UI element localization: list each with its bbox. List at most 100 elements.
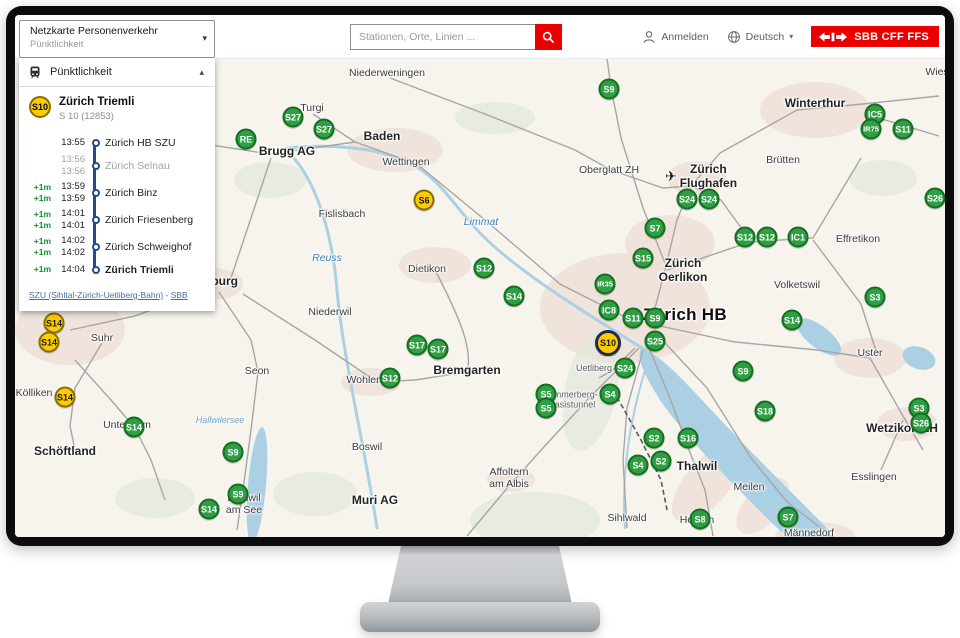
line-badge-s12[interactable]: S12 — [757, 227, 778, 248]
map-label: Boswil — [352, 441, 382, 453]
line-badge-s27[interactable]: S27 — [283, 107, 304, 128]
line-badge-s14[interactable]: S14 — [124, 417, 145, 438]
map-label: Fislisbach — [319, 208, 366, 220]
line-badge-s12[interactable]: S12 — [735, 227, 756, 248]
language-selector[interactable]: Deutsch ▾ — [727, 30, 794, 44]
line-badge-s11[interactable]: S11 — [893, 119, 914, 140]
line-badge-s4[interactable]: S4 — [628, 455, 649, 476]
monitor-bezel: NiederweningenTurgiBadenBrugg AGWettinge… — [6, 6, 954, 546]
line-badge-s9[interactable]: S9 — [733, 361, 754, 382]
route-stop[interactable]: +1m+1m14:0214:02Zürich Schweighof — [27, 233, 209, 260]
line-badge-s12[interactable]: S12 — [474, 258, 495, 279]
map-label: ZürichOerlikon — [659, 257, 708, 285]
line-badge-s24[interactable]: S24 — [615, 358, 636, 379]
line-badge-s24[interactable]: S24 — [677, 189, 698, 210]
line-badge-s14[interactable]: S14 — [55, 387, 76, 408]
line-badge-s27[interactable]: S27 — [314, 119, 335, 140]
train-icon — [28, 65, 42, 79]
route-stop[interactable]: 13:55Zürich HB SZU — [27, 133, 209, 152]
map-label: Seon — [245, 365, 270, 377]
lake-hallwilersee — [243, 426, 271, 537]
user-icon — [642, 30, 656, 44]
map-label: Limmat — [464, 216, 498, 228]
panel-footer: SZU (Sihltal-Zürich-Uetliberg-Bahn) - SB… — [19, 281, 215, 311]
line-badge-ic1[interactable]: IC1 — [788, 227, 809, 248]
line-badge-s3[interactable]: S3 — [865, 287, 886, 308]
map-label: Effretikon — [836, 233, 880, 245]
line-badge-s14[interactable]: S14 — [44, 313, 65, 334]
line-badge-ic8[interactable]: IC8 — [599, 300, 620, 321]
collapse-chevron-icon[interactable]: ▴ — [197, 67, 206, 78]
map-label: Meilen — [734, 481, 765, 493]
search-bar — [350, 24, 562, 50]
line-badge-s2[interactable]: S2 — [644, 428, 665, 449]
line-badge-s9[interactable]: S9 — [223, 442, 244, 463]
line-badge-s14[interactable]: S14 — [199, 499, 220, 520]
timeline-dot — [92, 139, 100, 147]
lake-pfaeffikersee — [899, 342, 938, 374]
line-badge-s11[interactable]: S11 — [623, 308, 644, 329]
timeline-dot — [92, 189, 100, 197]
operator-link[interactable]: SZU (Sihltal-Zürich-Uetliberg-Bahn) — [29, 290, 163, 300]
search-button[interactable] — [535, 24, 562, 50]
line-badge-s6[interactable]: S6 — [414, 190, 435, 211]
sbb-link[interactable]: SBB — [171, 290, 188, 300]
line-badge-s9[interactable]: S9 — [645, 308, 666, 329]
timeline-dot — [92, 216, 100, 224]
route-stop[interactable]: +1m+1m14:0114:01Zürich Friesenberg — [27, 206, 209, 233]
top-right-cluster: Anmelden Deutsch ▾ — [642, 15, 945, 58]
route-stop[interactable]: +1m+1m13:5913:59Zürich Binz — [27, 179, 209, 206]
route-stop[interactable]: +1m14:04Zürich Triemli — [27, 260, 209, 279]
line-badge-s15[interactable]: S15 — [633, 248, 654, 269]
line-badge-s14[interactable]: S14 — [39, 332, 60, 353]
line-badge-s14[interactable]: S14 — [504, 286, 525, 307]
stop-name: Zürich Binz — [104, 187, 158, 199]
login-button[interactable]: Anmelden — [642, 30, 708, 44]
map-label: Hallwilersee — [196, 415, 245, 425]
panel-title: Pünktlichkeit — [50, 66, 189, 78]
stop-name: Zürich Schweighof — [104, 241, 191, 253]
line-badge-s2[interactable]: S2 — [651, 451, 672, 472]
route-stop[interactable]: 13:5613:56Zürich Selnau — [27, 152, 209, 179]
layer-dropdown[interactable]: Netzkarte Personenverkehr Pünktlichkeit … — [19, 20, 215, 58]
search-input[interactable] — [350, 24, 535, 50]
line-badge-s25[interactable]: S25 — [645, 331, 666, 352]
sbb-logo-text: SBB CFF FFS — [854, 31, 929, 43]
line-badge-s7[interactable]: S7 — [645, 218, 666, 239]
line-badge-s14[interactable]: S14 — [782, 310, 803, 331]
line-badge-s24[interactable]: S24 — [699, 189, 720, 210]
map-label: Sihlwald — [607, 512, 646, 524]
line-badge-ir75[interactable]: IR75 — [861, 119, 882, 140]
map-label: Uster — [857, 347, 882, 359]
stop-name: Zürich Friesenberg — [104, 214, 193, 226]
line-badge-s4[interactable]: S4 — [600, 384, 621, 405]
line-badge-s8[interactable]: S8 — [690, 509, 711, 530]
map-label: Niederweningen — [349, 67, 425, 79]
line-badge-s9[interactable]: S9 — [228, 484, 249, 505]
line-badge-s10[interactable]: S10 — [595, 330, 621, 356]
line-badge-re[interactable]: RE — [236, 129, 257, 150]
stop-name: Zürich HB SZU — [104, 137, 176, 149]
layer-dropdown-title: Netzkarte Personenverkehr — [30, 25, 192, 37]
line-badge-s16[interactable]: S16 — [678, 428, 699, 449]
map-label: Volketswil — [774, 279, 820, 291]
airplane-icon: ✈ — [665, 169, 677, 186]
route-header: S10 Zürich Triemli S 10 (12853) — [19, 87, 215, 127]
line-badge-s18[interactable]: S18 — [755, 401, 776, 422]
line-badge-s17[interactable]: S17 — [428, 339, 449, 360]
stop-name: Zürich Triemli — [104, 264, 174, 276]
line-badge-s5[interactable]: S5 — [536, 398, 557, 419]
line-badge-ir35[interactable]: IR35 — [595, 274, 616, 295]
map-label: Kölliken — [16, 387, 53, 399]
sbb-logo[interactable]: SBB CFF FFS — [811, 26, 939, 47]
line-badge-s26[interactable]: S26 — [911, 413, 932, 434]
line-badge-s7[interactable]: S7 — [778, 507, 799, 528]
line-badge-s12[interactable]: S12 — [380, 368, 401, 389]
screen: NiederweningenTurgiBadenBrugg AGWettinge… — [15, 15, 945, 537]
map-label: Baden — [364, 129, 401, 143]
map-label: Affolternam Albis — [489, 466, 529, 490]
line-badge-s9[interactable]: S9 — [599, 79, 620, 100]
line-badge-s26[interactable]: S26 — [925, 188, 946, 209]
map-label: Bremgarten — [433, 363, 500, 377]
line-badge-s17[interactable]: S17 — [407, 335, 428, 356]
